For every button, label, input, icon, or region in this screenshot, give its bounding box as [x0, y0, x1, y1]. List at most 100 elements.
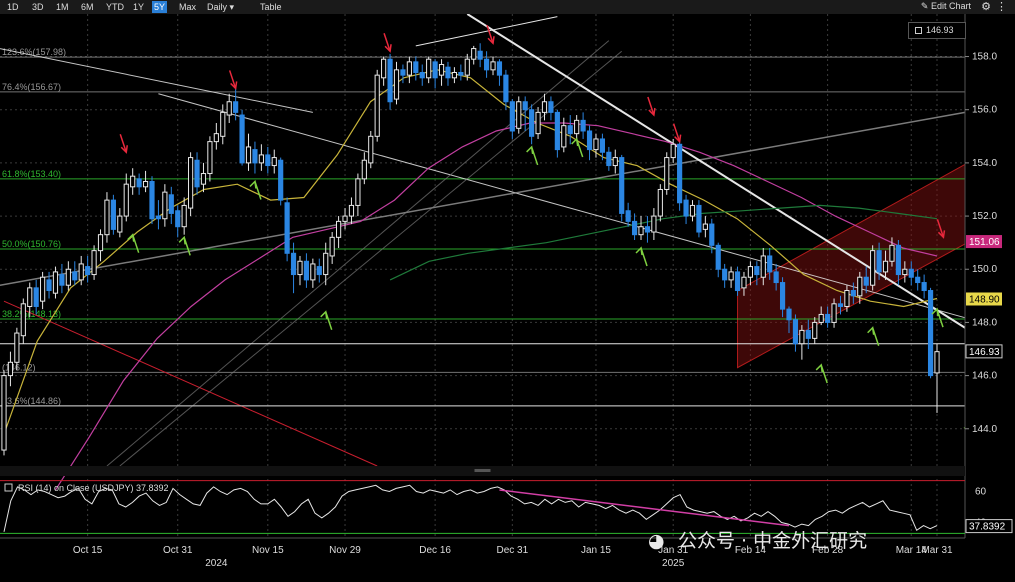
candle-body [548, 101, 554, 113]
candle-body [696, 204, 702, 233]
candle-body [541, 101, 548, 113]
candle-body [516, 101, 522, 129]
candle-body [368, 135, 374, 164]
candle-body [522, 101, 528, 111]
x-axis-year-label: 2025 [662, 558, 685, 569]
range-3d-button[interactable]: 3D [30, 1, 46, 13]
candle-body [747, 266, 753, 278]
range-1d-button[interactable]: 1D [5, 1, 21, 13]
y-axis-tick-label: 148.0 [972, 317, 997, 328]
candle-body [438, 64, 445, 76]
rsi-axis-tick-label: 60 [975, 487, 987, 498]
range-5y-button[interactable]: 5Y [152, 1, 168, 13]
x-axis-tick-label: Dec 31 [496, 545, 528, 556]
candle-body [149, 181, 155, 220]
candle-body [387, 58, 393, 103]
candle-body [825, 313, 831, 323]
candle-body [709, 223, 715, 246]
candle-body [162, 191, 168, 220]
candle-body [934, 351, 940, 374]
candle-body [599, 138, 605, 153]
range-ytd-button[interactable]: YTD [104, 1, 126, 13]
candle-body [876, 250, 882, 273]
candle-body [342, 215, 348, 222]
candle-body [348, 204, 355, 217]
candle-body [593, 138, 599, 151]
watermark: ◕ 公众号 · 中金外汇研究 [648, 526, 867, 553]
y-axis-tick-label: 150.0 [972, 264, 997, 275]
candle-body [117, 215, 123, 233]
fib-level-label: 76.4%(156.67) [2, 82, 61, 92]
candle-body [715, 244, 721, 270]
candle-body [290, 252, 297, 276]
interval-dropdown[interactable]: Daily ▾ [205, 1, 236, 13]
candle-body [689, 204, 696, 217]
watermark-text: 公众号 · 中金外汇研究 [678, 530, 868, 552]
candle-body [612, 157, 618, 167]
candle-body [451, 71, 458, 79]
candle-body [271, 157, 277, 167]
candle-body [91, 250, 97, 276]
candle-body [297, 260, 303, 276]
candle-body [554, 111, 560, 151]
wechat-icon: ◕ [648, 530, 665, 552]
candle-body [33, 287, 39, 307]
pencil-icon: ✎ [920, 1, 929, 11]
range-6m-button[interactable]: 6M [79, 1, 96, 13]
price-tag-label: 151.06 [969, 237, 1000, 248]
candle-body [779, 282, 786, 310]
x-axis-year-label: 2024 [205, 558, 228, 569]
candle-body [168, 194, 174, 214]
candle-body [464, 58, 470, 76]
candle-body [902, 268, 908, 276]
panel-drag-handle[interactable] [474, 469, 491, 472]
candle-body [445, 66, 451, 79]
candle-body [863, 276, 869, 286]
candle-body [760, 255, 766, 278]
candle-body [767, 255, 773, 273]
y-axis-tick-label: 158.0 [972, 52, 997, 63]
candle-body [213, 133, 219, 143]
range-1y-button[interactable]: 1Y [131, 1, 146, 13]
candle-body [638, 226, 644, 236]
square-icon [915, 27, 922, 35]
candle-body [773, 271, 779, 284]
more-icon[interactable]: ⋮ [996, 0, 1007, 13]
y-axis-tick-label: 152.0 [972, 211, 997, 222]
candle-body [27, 287, 33, 307]
candle-body [786, 308, 792, 321]
candle-body [406, 61, 412, 76]
candle-body [567, 125, 573, 135]
candle-body [374, 74, 380, 137]
candle-body [142, 181, 149, 188]
price-tag-label: 148.90 [969, 294, 1000, 305]
candle-body [52, 271, 59, 294]
candle-body [818, 313, 824, 323]
candle-body [728, 271, 734, 281]
table-button[interactable]: Table [258, 1, 284, 13]
candle-body [664, 157, 670, 190]
gear-icon[interactable]: ⚙ [981, 0, 991, 13]
range-max-button[interactable]: Max [177, 1, 198, 13]
candle-body [812, 321, 818, 339]
candle-body [683, 199, 689, 217]
candle-body [458, 71, 464, 76]
candle-body [882, 260, 889, 273]
rsi-title: RSI (14) on Close (USDJPY) 37.8392 [18, 483, 169, 493]
candle-body [194, 159, 200, 188]
price-chart[interactable]: 123.6%(157.98)76.4%(156.67)61.8%(153.40)… [0, 14, 1015, 582]
candle-body [329, 236, 335, 257]
candle-body [915, 276, 921, 284]
candle-body [657, 188, 663, 217]
candle-body [831, 303, 837, 323]
candle-body [7, 361, 14, 377]
candle-body [503, 74, 509, 103]
edit-chart-button[interactable]: ✎ Edit Chart [921, 1, 971, 12]
x-axis-tick-label: Nov 15 [252, 545, 284, 556]
candle-body [837, 303, 844, 307]
candle-body [1, 375, 7, 451]
range-1m-button[interactable]: 1M [54, 1, 71, 13]
candle-body [908, 268, 914, 278]
last-price-box: 146.93 [908, 22, 966, 39]
candle-body [625, 210, 631, 222]
